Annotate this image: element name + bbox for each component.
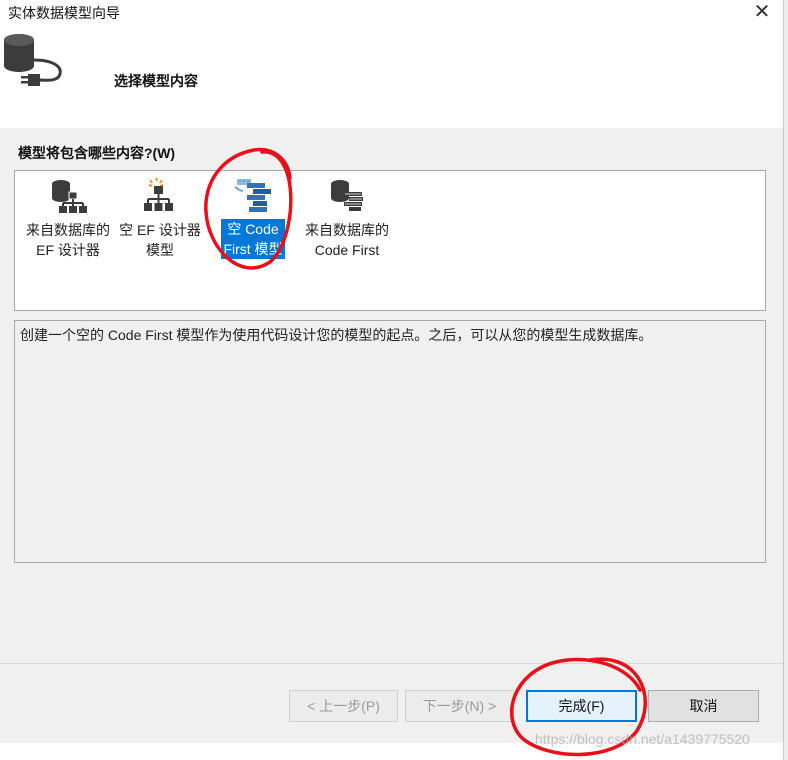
step-title: 选择模型内容 [114,73,198,89]
previous-button[interactable]: < 上一步(P) [289,690,398,722]
option-label: 空 Code First 模型 [221,219,285,259]
option-code-first-from-database[interactable]: 来自数据库的 Code First [299,171,395,260]
database-code-first-icon [331,180,363,211]
next-button[interactable]: 下一步(N) > [405,690,514,722]
option-empty-code-first-model[interactable]: 空 Code First 模型 [215,171,291,259]
wizard-header: 实体数据模型向导 ✕ 选择模型内容 [0,0,783,128]
watermark: https://blog.csdn.net/a1439775520 [535,731,750,747]
window-edge [783,0,788,760]
option-empty-ef-designer-model[interactable]: 空 EF 设计器 模型 [115,171,205,260]
option-description: 创建一个空的 Code First 模型作为使用代码设计您的模型的起点。之后，可… [14,320,766,563]
window-title: 实体数据模型向导 [8,5,120,21]
database-plug-icon [4,34,62,86]
option-label: 来自数据库的 Code First [305,222,389,258]
code-first-icon [234,179,271,212]
cancel-button[interactable]: 取消 [648,690,759,722]
footer-divider [0,663,783,664]
option-label: 空 EF 设计器 模型 [119,222,201,258]
finish-button[interactable]: 完成(F) [526,690,637,722]
database-hierarchy-icon [52,180,87,213]
option-ef-designer-from-database[interactable]: 来自数据库的 EF 设计器 [19,171,117,260]
content-question-label: 模型将包含哪些内容?(W) [18,145,176,161]
model-content-list[interactable]: 来自数据库的 EF 设计器 空 EF 设计器 模型 空 Code First 模… [14,170,766,311]
close-button[interactable]: ✕ [749,1,775,23]
option-label: 来自数据库的 EF 设计器 [26,222,110,258]
wizard-content: 模型将包含哪些内容?(W) 来自数据库的 EF 设计器 空 EF 设计器 模型 … [0,128,783,743]
empty-hierarchy-icon [144,177,173,211]
